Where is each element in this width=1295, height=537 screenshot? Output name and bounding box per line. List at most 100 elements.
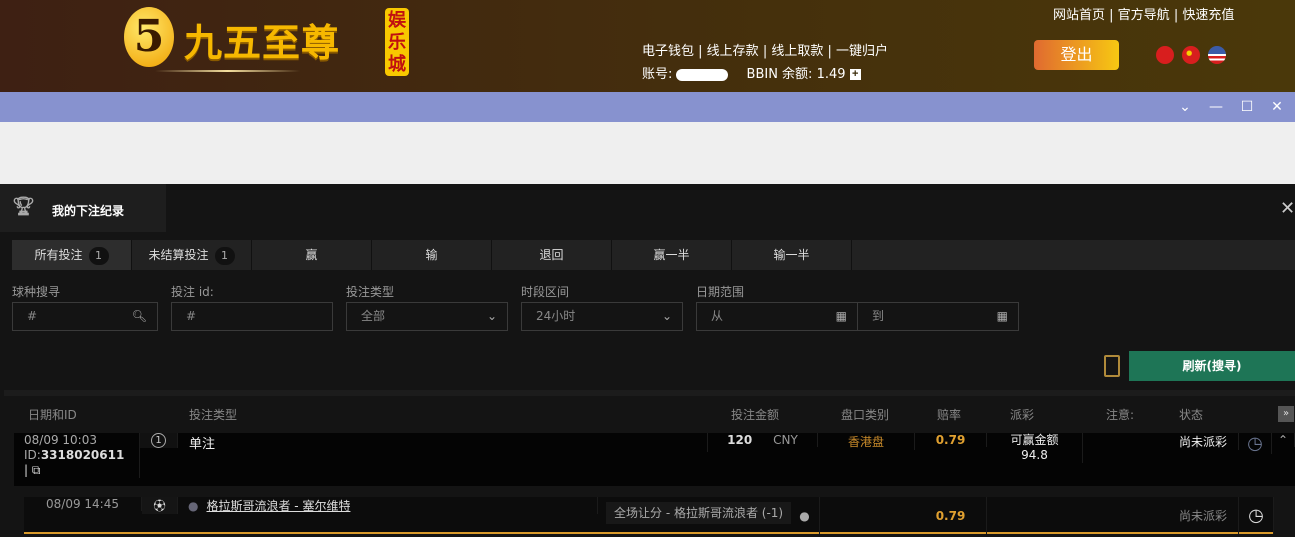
close-icon[interactable]: ✕ <box>1280 198 1295 219</box>
leg-datetime: 08/09 14:45 <box>24 497 142 511</box>
hk-flag-icon[interactable] <box>1156 46 1174 64</box>
count-badge: 1 <box>214 247 235 265</box>
id-prefix: ID: <box>24 448 41 462</box>
col-odds: 赔率 <box>937 408 962 422</box>
table-row[interactable]: 08/09 10:03 ID:3318020611 | ⧉ 1 单注 120 C… <box>14 433 1295 486</box>
divider <box>4 390 1295 396</box>
bet-amount: 120 <box>727 433 753 447</box>
tab-unsettled[interactable]: 未结算投注 1 <box>132 240 252 270</box>
leg-status: 尚未派彩 <box>1168 497 1239 534</box>
maximize-icon[interactable]: ☐ <box>1236 96 1258 118</box>
tab-label: 未结算投注 <box>148 248 209 262</box>
account-info: 账号: BBIN 余额: 1.49 + <box>642 63 861 82</box>
count-cell: 1 <box>140 433 178 448</box>
cn-flag-icon[interactable] <box>1182 46 1200 64</box>
bet-id-label: 投注 id: <box>171 285 214 299</box>
balance-value: 1.49 <box>816 67 846 82</box>
link-withdraw[interactable]: 线上取款 <box>771 44 823 59</box>
clock-icon[interactable]: ◷ <box>1239 433 1272 454</box>
calendar-icon[interactable]: ▦ <box>836 303 847 330</box>
clock-icon[interactable]: ◷ <box>1239 497 1274 534</box>
logo-badge: 娱乐城 <box>385 8 409 76</box>
date-to-input[interactable]: 到 ▦ <box>857 302 1019 331</box>
tab-half-win[interactable]: 赢一半 <box>612 240 732 270</box>
status: 尚未派彩 <box>1168 433 1239 450</box>
bet-datetime: 08/09 10:03 <box>24 433 97 447</box>
clipboard-icon[interactable] <box>1104 355 1120 377</box>
bet-id: 3318020611 <box>40 448 125 462</box>
bet-type-label: 投注类型 <box>346 285 395 299</box>
date-from-input[interactable]: 从 ▦ <box>696 302 858 331</box>
plus-icon[interactable]: + <box>849 69 861 80</box>
col-bet-type: 投注类型 <box>189 408 238 422</box>
balance-label: BBIN 余额: <box>746 67 813 82</box>
odds: 0.79 <box>915 433 987 447</box>
bet-leg-row: 08/09 14:45 ⚽︎ ● 格拉斯哥流浪者 - 塞尔维特 全场让分 - 格拉… <box>24 497 1274 534</box>
period-select[interactable]: 24小时 ⌄ <box>521 302 683 331</box>
link-recharge[interactable]: 快速充值 <box>1182 8 1234 23</box>
expand-all-icon[interactable]: » <box>1278 406 1294 422</box>
top-links: 网站首页 | 官方导航 | 快速充值 <box>1053 8 1235 23</box>
soccer-ball-icon: ⚽︎ <box>142 497 178 514</box>
chevron-down-icon[interactable]: ⌄ <box>1174 96 1196 118</box>
tab-refund[interactable]: 退回 <box>492 240 612 270</box>
selected-value: 24小时 <box>536 309 576 323</box>
payout-cell: 可赢金额 94.8 <box>987 433 1083 463</box>
tab-half-lose[interactable]: 输一半 <box>732 240 852 270</box>
selection: 全场让分 - 格拉斯哥流浪者 (-1) <box>606 502 792 524</box>
leg-count: 1 <box>151 433 166 448</box>
logo-text: 九五至尊 <box>184 20 341 65</box>
match-cell: ● 格拉斯哥流浪者 - 塞尔维特 <box>178 497 598 514</box>
logo-ornament <box>155 70 300 72</box>
payout-label: 可赢金额 <box>1010 433 1059 447</box>
currency: CNY <box>773 433 798 447</box>
placeholder: # <box>27 309 38 323</box>
payout-value: 94.8 <box>1021 448 1048 462</box>
bet-id-input[interactable]: # <box>171 302 333 331</box>
account-links: 电子钱包 | 线上存款 | 线上取款 | 一键归户 <box>642 44 889 59</box>
us-flag-icon[interactable] <box>1208 46 1226 64</box>
copy-icon[interactable]: | ⧉ <box>24 463 40 478</box>
chevron-up-icon[interactable]: ⌃ <box>1272 433 1295 447</box>
refresh-search-button[interactable]: 刷新(搜寻) <box>1129 351 1295 381</box>
bet-type-select[interactable]: 全部 ⌄ <box>346 302 508 331</box>
logout-button[interactable]: 登出 <box>1034 40 1119 70</box>
logo-icon: 5 <box>124 7 174 67</box>
date-id-cell: 08/09 10:03 ID:3318020611 | ⧉ <box>14 433 140 478</box>
tab-lose[interactable]: 输 <box>372 240 492 270</box>
calendar-icon[interactable]: ▦ <box>997 303 1008 330</box>
col-date-id: 日期和ID <box>28 408 77 422</box>
account-mask <box>676 68 729 81</box>
tab-win[interactable]: 赢 <box>252 240 372 270</box>
tab-all[interactable]: 所有投注 1 <box>12 240 132 270</box>
chevron-down-icon: ⌄ <box>486 309 497 323</box>
col-amount: 投注金额 <box>731 408 780 422</box>
placeholder: 到 <box>872 309 885 323</box>
close-window-icon[interactable]: ✕ <box>1266 96 1288 118</box>
tab-bar: 所有投注 1 未结算投注 1 赢 输 退回 赢一半 输一半 <box>12 240 1295 270</box>
link-deposit[interactable]: 线上存款 <box>707 44 759 59</box>
trophy-icon: 🏆︎ <box>12 196 35 217</box>
link-consolidate[interactable]: 一键归户 <box>836 44 888 59</box>
amount-cell: 120 CNY <box>708 433 818 447</box>
link-home[interactable]: 网站首页 <box>1053 8 1105 23</box>
chevron-down-icon: ⌄ <box>661 309 672 323</box>
link-wallet[interactable]: 电子钱包 <box>642 44 694 59</box>
match-link[interactable]: 格拉斯哥流浪者 - 塞尔维特 <box>206 497 350 514</box>
placeholder: 从 <box>711 309 724 323</box>
blank-area <box>0 122 1295 184</box>
count-badge: 1 <box>88 247 109 265</box>
link-nav[interactable]: 官方导航 <box>1118 8 1170 23</box>
search-icon[interactable]: 🔍︎ <box>132 303 147 330</box>
info-icon[interactable]: ● <box>790 497 820 534</box>
minimize-icon[interactable]: — <box>1205 96 1227 118</box>
col-status: 状态 <box>1179 408 1204 422</box>
selected-value: 全部 <box>361 309 386 323</box>
col-market: 盘口类别 <box>841 408 890 422</box>
tab-label: 所有投注 <box>34 248 83 262</box>
window-bar <box>0 92 1295 122</box>
panel-title-tab: 🏆︎ 我的下注纪录 <box>0 184 166 232</box>
leg-odds: 0.79 <box>915 497 987 534</box>
sport-search-input[interactable]: # 🔍︎ <box>12 302 158 331</box>
date-range-label: 日期范围 <box>696 285 745 299</box>
